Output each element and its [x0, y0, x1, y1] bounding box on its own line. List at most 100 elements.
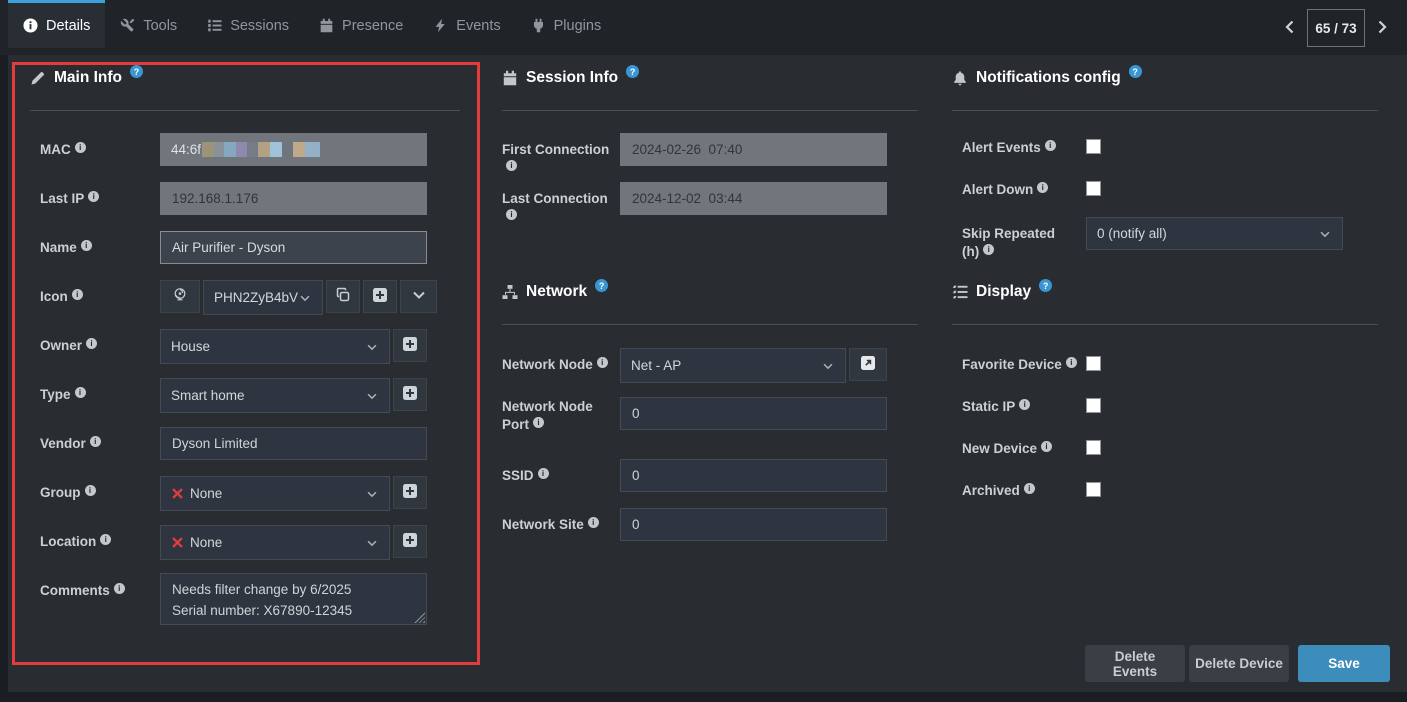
copy-icon-button[interactable]: [326, 280, 360, 313]
section-title-notifications: Notifications config: [952, 69, 1142, 87]
add-type-button[interactable]: [393, 378, 427, 411]
info-icon: [506, 209, 517, 220]
device-counter: 65 / 73: [1307, 9, 1365, 47]
help-icon[interactable]: [130, 65, 143, 78]
help-icon[interactable]: [626, 65, 639, 78]
section-title: Network: [526, 283, 587, 301]
tab-label: Plugins: [554, 18, 602, 34]
tab-label: Presence: [342, 18, 403, 34]
chevron-down-icon: [1318, 227, 1332, 241]
list-ol-icon: [207, 18, 222, 33]
location-value: None: [190, 535, 222, 550]
field-label-ssid: SSID: [502, 467, 618, 485]
network-node-port-field[interactable]: [620, 397, 887, 430]
prev-device-button[interactable]: [1276, 9, 1304, 47]
info-icon: [538, 468, 549, 479]
divider: [30, 110, 460, 111]
field-label-alert-events: Alert Events: [962, 139, 1080, 157]
add-location-button[interactable]: [393, 525, 427, 558]
location-field-row: None: [160, 525, 427, 560]
info-icon: [597, 357, 608, 368]
next-device-button[interactable]: [1368, 9, 1396, 47]
tab-plugins[interactable]: Plugins: [516, 0, 617, 48]
name-field[interactable]: [160, 231, 427, 264]
tab-presence[interactable]: Presence: [304, 0, 418, 48]
field-label-last-ip: Last IP: [40, 190, 152, 208]
network-node-select[interactable]: Net - AP: [620, 348, 846, 383]
favorite-device-checkbox[interactable]: [1086, 356, 1101, 371]
archived-checkbox[interactable]: [1086, 482, 1101, 497]
section-title-display: Display: [952, 283, 1052, 301]
delete-events-button[interactable]: Delete Events: [1085, 645, 1185, 682]
divider: [952, 110, 1378, 111]
calendar-icon: [319, 18, 334, 33]
info-icon: [85, 485, 96, 496]
mac-value: 44:6f: [171, 142, 201, 157]
new-device-checkbox[interactable]: [1086, 440, 1101, 455]
section-title: Notifications config: [976, 69, 1121, 87]
plus-square-icon: [402, 532, 418, 551]
chevron-down-icon: [365, 487, 379, 501]
tab-sessions[interactable]: Sessions: [192, 0, 304, 48]
content: Main Info MAC 44:6f Last IP Name Icon PH…: [8, 55, 1407, 692]
delete-device-button[interactable]: Delete Device: [1189, 645, 1289, 682]
open-network-node-button[interactable]: [849, 348, 887, 381]
chevron-down-icon: [298, 291, 312, 305]
section-title: Main Info: [54, 69, 122, 87]
expand-icons-button[interactable]: [400, 280, 437, 313]
fan-icon: [172, 287, 188, 306]
mac-field: 44:6f: [160, 133, 427, 166]
static-ip-checkbox[interactable]: [1086, 398, 1101, 413]
comments-field[interactable]: Needs filter change by 6/2025 Serial num…: [160, 573, 427, 625]
ssid-field[interactable]: [620, 459, 887, 492]
tab-events[interactable]: Events: [418, 0, 515, 48]
device-icon-preview-button[interactable]: [160, 280, 200, 313]
info-icon: [983, 244, 994, 255]
tab-label: Sessions: [230, 18, 289, 34]
section-title-session-info: Session Info: [502, 69, 639, 87]
add-group-button[interactable]: [393, 476, 427, 509]
info-icon: [114, 583, 125, 594]
info-icon: [1019, 399, 1030, 410]
info-icon: [72, 289, 83, 300]
alert-down-checkbox[interactable]: [1086, 181, 1101, 196]
skip-repeated-value: 0 (notify all): [1097, 226, 1167, 241]
type-select[interactable]: Smart home: [160, 378, 390, 413]
sitemap-icon: [502, 284, 518, 300]
section-title: Display: [976, 283, 1031, 301]
skip-repeated-select[interactable]: 0 (notify all): [1086, 217, 1343, 250]
field-label-first-connection: First Connection: [502, 141, 618, 177]
icon-select[interactable]: PHN2ZyB4bV: [203, 280, 323, 315]
help-icon[interactable]: [1039, 279, 1052, 292]
icon-select-value: PHN2ZyB4bV: [214, 290, 298, 305]
copy-icon: [335, 287, 351, 306]
add-icon-button[interactable]: [363, 280, 397, 313]
add-owner-button[interactable]: [393, 329, 427, 362]
help-icon[interactable]: [595, 279, 608, 292]
info-icon: [1066, 357, 1077, 368]
owner-select[interactable]: House: [160, 329, 390, 364]
info-icon: [81, 240, 92, 251]
alert-events-checkbox[interactable]: [1086, 139, 1101, 154]
section-title-network: Network: [502, 283, 608, 301]
field-label-owner: Owner: [40, 337, 152, 355]
calendar-icon: [502, 70, 518, 86]
chevron-right-icon: [1374, 19, 1390, 38]
tab-bar: Details Tools Sessions Presence: [0, 0, 1407, 55]
chevron-down-icon: [821, 359, 835, 373]
section-title-main-info: Main Info: [30, 69, 143, 87]
field-label-network-node-port: Network Node Port: [502, 398, 602, 434]
help-icon[interactable]: [1129, 65, 1142, 78]
group-select[interactable]: None: [160, 476, 390, 511]
device-pager: 65 / 73: [1276, 9, 1396, 47]
x-icon: [171, 536, 184, 549]
tab-tools[interactable]: Tools: [105, 0, 192, 48]
chevron-down-icon: [411, 287, 427, 306]
vendor-field[interactable]: [160, 427, 427, 460]
info-icon: [1045, 140, 1056, 151]
network-site-field[interactable]: [620, 508, 887, 541]
save-button[interactable]: Save: [1298, 645, 1390, 682]
chevron-left-icon: [1282, 19, 1298, 38]
location-select[interactable]: None: [160, 525, 390, 560]
tab-details[interactable]: Details: [8, 0, 105, 48]
